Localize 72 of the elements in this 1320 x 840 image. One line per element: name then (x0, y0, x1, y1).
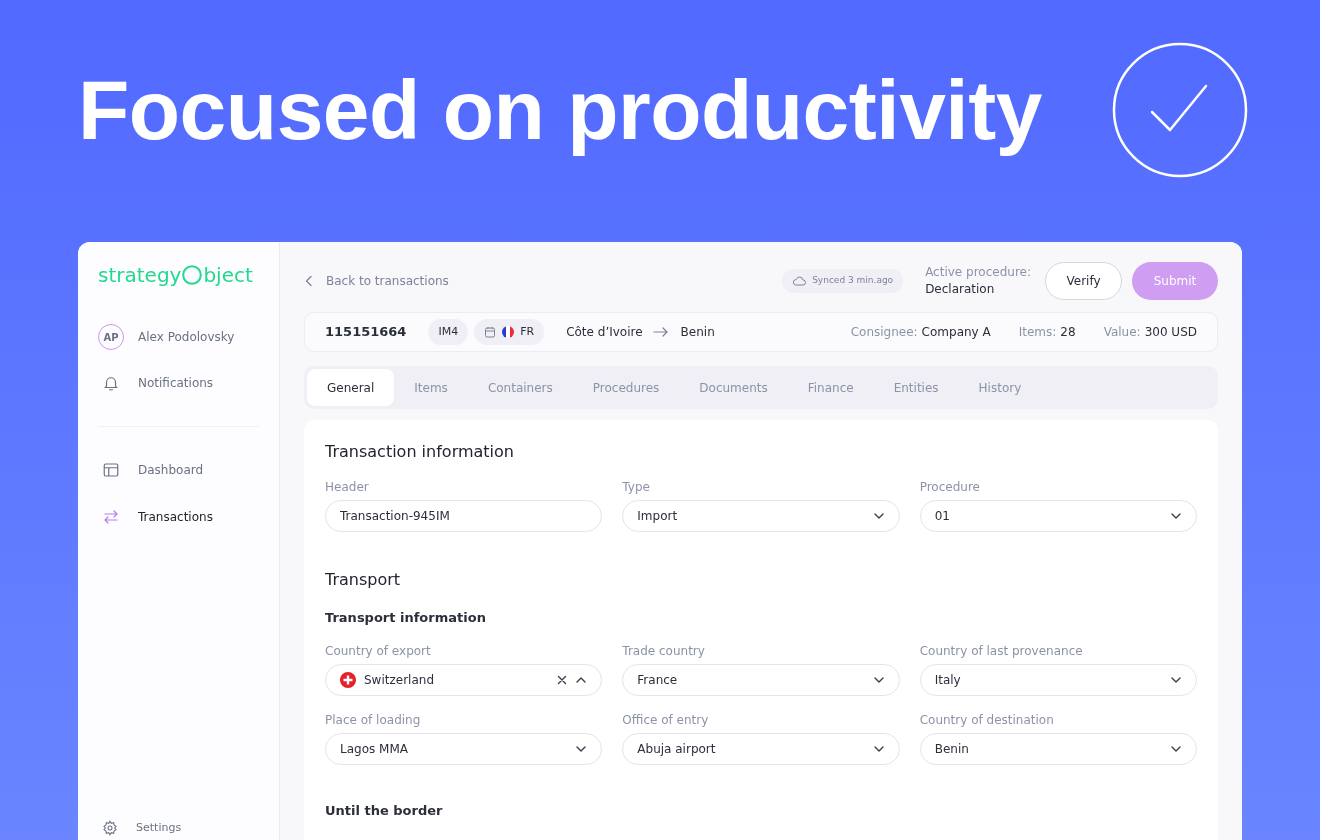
procedure-label: Active procedure: (925, 264, 1031, 281)
stat-label: Consignee: (850, 324, 918, 341)
procedure-value: Declaration (925, 281, 996, 298)
cloud-icon (792, 276, 807, 286)
field-label: Place of loading (325, 713, 422, 727)
tab[interactable]: History (958, 369, 1042, 406)
tab[interactable]: Finance (787, 369, 874, 406)
checkmark-icon (1112, 42, 1248, 178)
select-value: Import (637, 508, 678, 525)
arrow-right-icon (652, 327, 669, 337)
select-field[interactable]: France (622, 664, 900, 696)
french-flag-icon (502, 326, 515, 338)
select-field[interactable]: Benin (919, 733, 1197, 765)
tab[interactable]: Containers (467, 369, 573, 406)
user-name[interactable]: Alex Podolovsky (138, 328, 235, 346)
select-field[interactable]: Italy (919, 664, 1197, 696)
field-label: Country of last provenance (919, 644, 1084, 658)
text-field[interactable]: Transaction-945IM (325, 500, 603, 532)
field-label: Office of entry (622, 713, 710, 727)
stat-value: Company A (921, 324, 991, 341)
swiss-flag-icon (340, 672, 356, 688)
tab[interactable]: Documents (679, 369, 788, 406)
transaction-id: 115151664 (325, 323, 407, 342)
field-label: Trade country (622, 644, 706, 658)
select-field[interactable]: Switzerland (325, 664, 603, 696)
stat-label: Value: (1103, 324, 1141, 341)
bell-icon (102, 374, 120, 392)
field-label: Country of destination (919, 713, 1055, 727)
tab[interactable]: Procedures (572, 369, 680, 406)
select-field[interactable]: 01 (919, 500, 1197, 532)
tab[interactable]: General (307, 369, 395, 406)
stat-value: 28 (1060, 324, 1076, 341)
tab[interactable]: Items (394, 369, 468, 406)
route-destination: Benin (680, 324, 715, 341)
sync-text: Synced 3 min.ago (812, 274, 894, 288)
badge: FR (474, 319, 545, 345)
section-heading: Transaction information (325, 442, 515, 462)
subsection-heading: Transport information (325, 610, 487, 626)
select-value: Benin (934, 741, 969, 758)
select-field[interactable]: Lagos MMA (325, 733, 603, 765)
stat-value: 300 USD (1144, 324, 1197, 341)
subsection-heading: Until the border (325, 803, 444, 819)
select-value: Lagos MMA (340, 741, 408, 758)
swap-arrows-icon (102, 508, 120, 526)
section-heading: Transport (325, 570, 402, 590)
select-field[interactable]: Import (622, 500, 900, 532)
nav-item[interactable]: Transactions (138, 508, 213, 526)
calendar-icon (484, 326, 497, 338)
layout-icon (102, 461, 120, 479)
select-value: Abuja airport (637, 741, 716, 758)
field-label: Country of export (325, 644, 432, 658)
field-label: Type (622, 480, 651, 494)
field-label: Procedure (919, 480, 981, 494)
route-origin: Côte d’Ivoire (566, 324, 643, 341)
select-value: France (637, 672, 678, 689)
sidebar-item[interactable]: Settings (136, 819, 182, 836)
clear-icon[interactable] (557, 675, 568, 685)
tab[interactable]: Entities (873, 369, 959, 406)
logo: strategy bject (98, 262, 254, 288)
back-chevron-icon[interactable] (304, 275, 314, 287)
select-value: Switzerland (364, 672, 434, 689)
nav-item[interactable]: Dashboard (138, 461, 204, 479)
field-label: Header (325, 480, 370, 494)
sidebar-item[interactable]: Notifications (138, 374, 214, 392)
verify-button[interactable]: Verify (1045, 262, 1122, 300)
select-value: Italy (934, 672, 961, 689)
back-link[interactable]: Back to transactions (326, 272, 449, 290)
gear-icon (102, 819, 118, 836)
badge: IM4 (428, 319, 469, 345)
select-value: 01 (934, 508, 950, 525)
select-field[interactable]: Abuja airport (622, 733, 900, 765)
stat-label: Items: (1018, 324, 1057, 341)
